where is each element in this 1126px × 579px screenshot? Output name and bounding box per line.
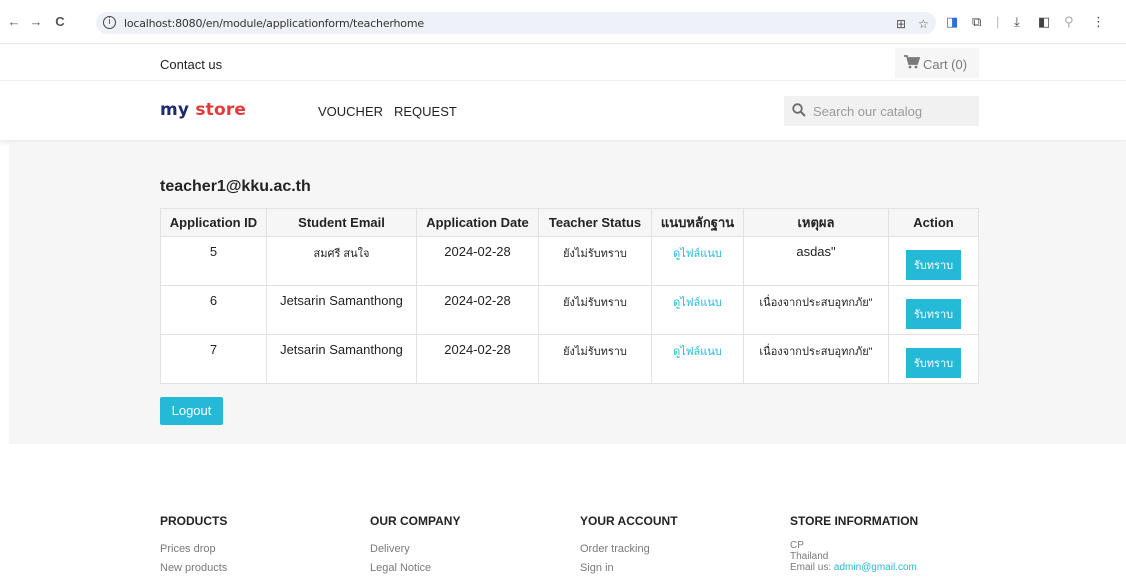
- footer-link[interactable]: Delivery: [370, 540, 460, 559]
- cell-evidence: ดูไฟล์แนบ: [651, 334, 744, 384]
- main-content: teacher1@kku.ac.th Application ID Studen…: [9, 142, 1126, 444]
- table-header-row: Application ID Student Email Application…: [160, 208, 979, 237]
- cell-teacher-status: ยังไม่รับทราบ: [538, 334, 652, 384]
- col-teacher-status: Teacher Status: [538, 208, 652, 237]
- separator-icon: |: [996, 14, 1000, 29]
- contact-us-link[interactable]: Contact us: [160, 57, 222, 72]
- cell-student-email: Jetsarin Samanthong: [266, 285, 417, 335]
- cell-reason: เนื่องจากประสบอุทกภัย": [743, 334, 889, 384]
- cart-button[interactable]: Cart (0): [895, 48, 979, 78]
- cart-label: Cart (0): [923, 57, 968, 72]
- logout-button[interactable]: Logout: [160, 397, 223, 425]
- cell-reason: asdas": [743, 236, 889, 286]
- cell-application-id: 5: [160, 236, 267, 286]
- footer-account: YOUR ACCOUNT Order tracking Sign in: [580, 514, 678, 578]
- col-application-date: Application Date: [416, 208, 539, 237]
- forward-icon[interactable]: →: [28, 14, 44, 29]
- cell-application-date: 2024-02-28: [416, 236, 539, 286]
- footer-title: OUR COMPANY: [370, 514, 461, 528]
- table-row: 5 สมศรี สนใจ 2024-02-28 ยังไม่รับทราบ ดู…: [160, 236, 979, 286]
- store-email: Email us: admin@gmail.com: [790, 562, 918, 573]
- cell-student-email: สมศรี สนใจ: [266, 236, 417, 286]
- cell-reason: เนื่องจากประสบอุทกภัย": [743, 285, 889, 335]
- profile-icon[interactable]: ⚲: [1064, 14, 1074, 30]
- teacher-email-heading: teacher1@kku.ac.th: [160, 178, 311, 195]
- col-application-id: Application ID: [160, 208, 267, 237]
- cell-application-id: 7: [160, 334, 267, 384]
- footer-products: PRODUCTS Prices drop New products: [160, 514, 227, 578]
- cell-action: รับทราบ: [888, 285, 979, 335]
- store-country: Thailand: [790, 551, 829, 562]
- reload-icon[interactable]: C: [52, 14, 68, 29]
- footer-link[interactable]: New products: [160, 559, 227, 578]
- translate-icon[interactable]: ⊞: [896, 17, 906, 31]
- search-box: [784, 96, 979, 126]
- puzzle-icon[interactable]: ⧉: [972, 14, 981, 30]
- sidepanel-icon[interactable]: ◧: [1038, 14, 1050, 30]
- cell-teacher-status: ยังไม่รับทราบ: [538, 285, 652, 335]
- cell-application-date: 2024-02-28: [416, 334, 539, 384]
- cell-action: รับทราบ: [888, 236, 979, 286]
- address-bar[interactable]: i localhost:8080/en/module/applicationfo…: [96, 12, 936, 34]
- table-row: 6 Jetsarin Samanthong 2024-02-28 ยังไม่ร…: [160, 285, 979, 335]
- applications-table: Application ID Student Email Application…: [160, 208, 979, 384]
- col-action: Action: [888, 208, 979, 237]
- logo-part-my: my: [160, 100, 190, 120]
- footer-title: STORE INFORMATION: [790, 514, 919, 528]
- bookmark-star-icon[interactable]: ☆: [918, 17, 929, 31]
- view-attachment-link[interactable]: ดูไฟล์แนบ: [673, 248, 722, 260]
- view-attachment-link[interactable]: ดูไฟล์แนบ: [673, 297, 722, 309]
- url-text[interactable]: localhost:8080/en/module/applicationform…: [124, 17, 424, 30]
- email-label: Email us:: [790, 562, 834, 573]
- acknowledge-button[interactable]: รับทราบ: [905, 348, 962, 378]
- footer-link[interactable]: Order tracking: [580, 540, 678, 559]
- cell-action: รับทราบ: [888, 334, 979, 384]
- top-nav: Contact us Cart (0): [0, 45, 1126, 81]
- footer-link[interactable]: Sign in: [580, 559, 678, 578]
- logo-part-store: store: [195, 100, 247, 120]
- store-name: CP: [790, 540, 804, 551]
- menu-dots-icon[interactable]: ⋮: [1092, 14, 1105, 30]
- cell-student-email: Jetsarin Samanthong: [266, 334, 417, 384]
- browser-toolbar: ← → C i localhost:8080/en/module/applica…: [0, 0, 1126, 44]
- footer-link[interactable]: Legal Notice: [370, 559, 460, 578]
- footer-company: OUR COMPANY Delivery Legal Notice: [370, 514, 460, 578]
- search-input[interactable]: [813, 104, 973, 119]
- search-icon[interactable]: [792, 103, 806, 117]
- download-icon[interactable]: ⤓: [1014, 14, 1020, 30]
- extension-icon[interactable]: ◨: [946, 14, 958, 30]
- footer-title: YOUR ACCOUNT: [580, 514, 678, 528]
- cell-application-date: 2024-02-28: [416, 285, 539, 335]
- cell-teacher-status: ยังไม่รับทราบ: [538, 236, 652, 286]
- col-reason: เหตุผล: [743, 208, 889, 237]
- acknowledge-button[interactable]: รับทราบ: [905, 250, 962, 280]
- site-info-icon[interactable]: i: [103, 16, 116, 29]
- menu-voucher[interactable]: VOUCHER: [318, 104, 383, 119]
- menu-request[interactable]: REQUEST: [394, 104, 457, 119]
- site-header: my store VOUCHER REQUEST: [0, 82, 1126, 141]
- col-evidence: แนบหลักฐาน: [651, 208, 744, 237]
- back-icon[interactable]: ←: [6, 14, 22, 29]
- col-student-email: Student Email: [266, 208, 417, 237]
- acknowledge-button[interactable]: รับทราบ: [905, 299, 962, 329]
- footer-title: PRODUCTS: [160, 514, 228, 528]
- store-logo[interactable]: my store: [160, 100, 246, 120]
- cell-evidence: ดูไฟล์แนบ: [651, 236, 744, 286]
- email-link[interactable]: admin@gmail.com: [834, 562, 917, 573]
- cart-icon: [904, 55, 921, 72]
- view-attachment-link[interactable]: ดูไฟล์แนบ: [673, 346, 722, 358]
- footer-store-info: STORE INFORMATION CP Thailand Email us: …: [790, 514, 918, 573]
- cell-evidence: ดูไฟล์แนบ: [651, 285, 744, 335]
- footer-link[interactable]: Prices drop: [160, 540, 227, 559]
- table-row: 7 Jetsarin Samanthong 2024-02-28 ยังไม่ร…: [160, 334, 979, 384]
- cell-application-id: 6: [160, 285, 267, 335]
